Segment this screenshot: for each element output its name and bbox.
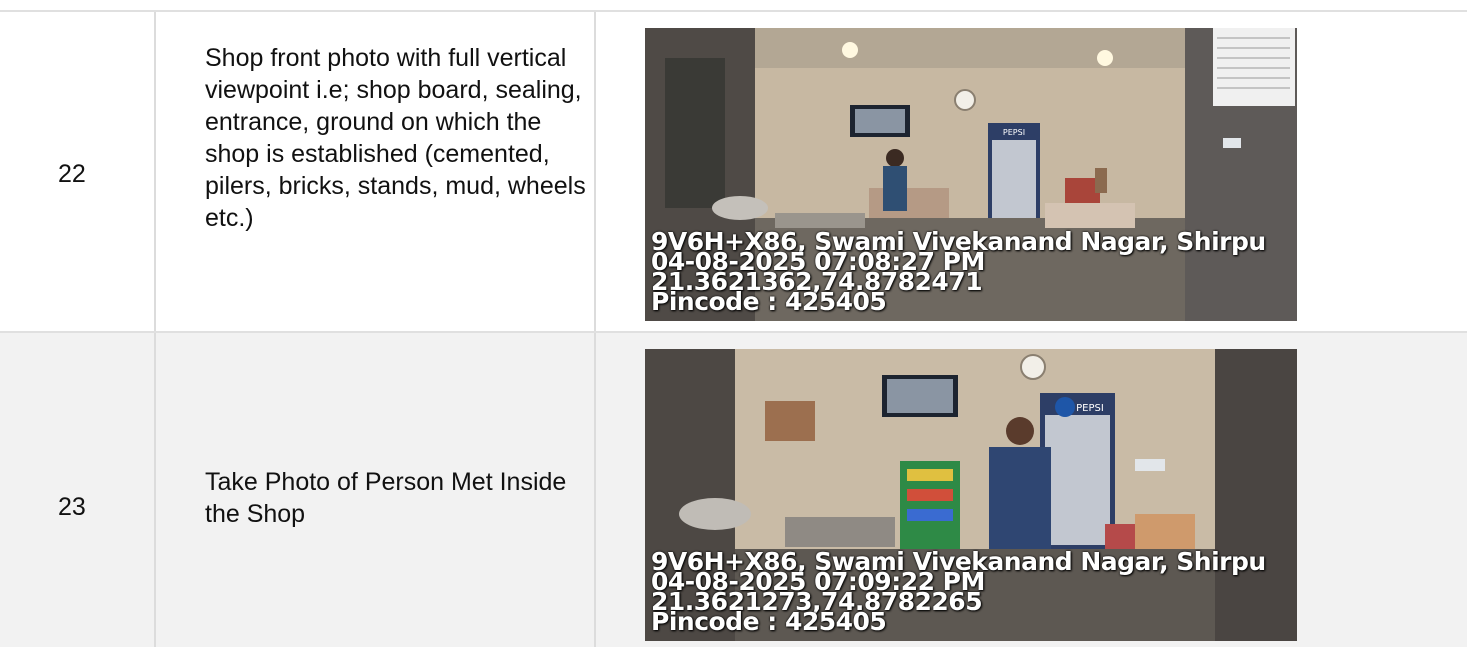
row-description: Shop front photo with full vertical view… [205, 44, 586, 232]
pepsi-sign: PEPSI [1003, 128, 1025, 137]
photo-geotag-overlay: 9V6H+X86, Swami Vivekanand Nagar, Shirpu… [651, 229, 1266, 314]
photo-cell: PEPSI 9V6H+X86, Swami Vivekanand Nagar, … [596, 12, 1467, 331]
row-number-cell: 22 [0, 12, 156, 331]
description-cell: Shop front photo with full vertical view… [156, 12, 596, 331]
row-number: 23 [58, 493, 86, 521]
row-number: 22 [58, 160, 86, 188]
shop-front-photo[interactable]: PEPSI 9V6H+X86, Swami Vivekanand Nagar, … [645, 28, 1297, 321]
person-met-photo[interactable]: PEPSI 9V6H+X86, Swami Vivekanand Nagar, … [645, 349, 1297, 641]
row-number-cell: 23 [0, 333, 156, 647]
photo-cell: PEPSI 9V6H+X86, Swami Vivekanand Nagar, … [596, 333, 1467, 647]
row-description: Take Photo of Person Met Inside the Shop [205, 468, 567, 528]
table-row: 23 Take Photo of Person Met Inside the S… [0, 333, 1467, 647]
description-cell: Take Photo of Person Met Inside the Shop [156, 333, 596, 647]
report-table: 22 Shop front photo with full vertical v… [0, 10, 1467, 647]
photo-geotag-overlay: 9V6H+X86, Swami Vivekanand Nagar, Shirpu… [651, 549, 1266, 634]
pepsi-sign: PEPSI [1076, 403, 1104, 414]
table-row: 22 Shop front photo with full vertical v… [0, 12, 1467, 333]
